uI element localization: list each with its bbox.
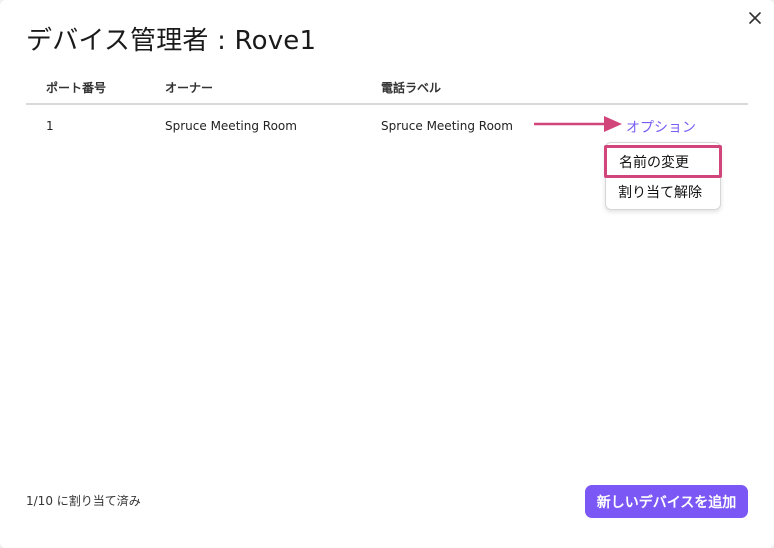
- close-icon: [749, 12, 761, 24]
- device-manager-dialog: デバイス管理者 : Rove1 ポート番号 オーナー 電話ラベル 1 Spruc…: [0, 0, 774, 548]
- device-table: ポート番号 オーナー 電話ラベル 1 Spruce Meeting Room S…: [26, 70, 748, 151]
- table-header: ポート番号 オーナー 電話ラベル: [26, 70, 748, 105]
- port-cell: 1: [46, 119, 54, 133]
- column-header-port: ポート番号: [46, 81, 107, 95]
- options-link[interactable]: オプション: [626, 117, 696, 137]
- rename-menu-item[interactable]: 名前の変更: [604, 145, 722, 178]
- column-header-owner: オーナー: [165, 81, 214, 95]
- close-button[interactable]: [744, 7, 766, 29]
- dialog-title: デバイス管理者 : Rove1: [26, 26, 317, 56]
- arrow-right-icon: [534, 116, 622, 132]
- add-device-button[interactable]: 新しいデバイスを追加: [585, 485, 748, 518]
- assigned-count: 1/10 に割り当て済み: [26, 494, 141, 508]
- owner-cell: Spruce Meeting Room: [165, 119, 297, 133]
- options-menu: 名前の変更 割り当て解除: [604, 142, 722, 210]
- column-header-phone-label: 電話ラベル: [381, 81, 442, 95]
- phone-label-cell: Spruce Meeting Room: [381, 119, 513, 133]
- unassign-menu-item[interactable]: 割り当て解除: [606, 177, 720, 207]
